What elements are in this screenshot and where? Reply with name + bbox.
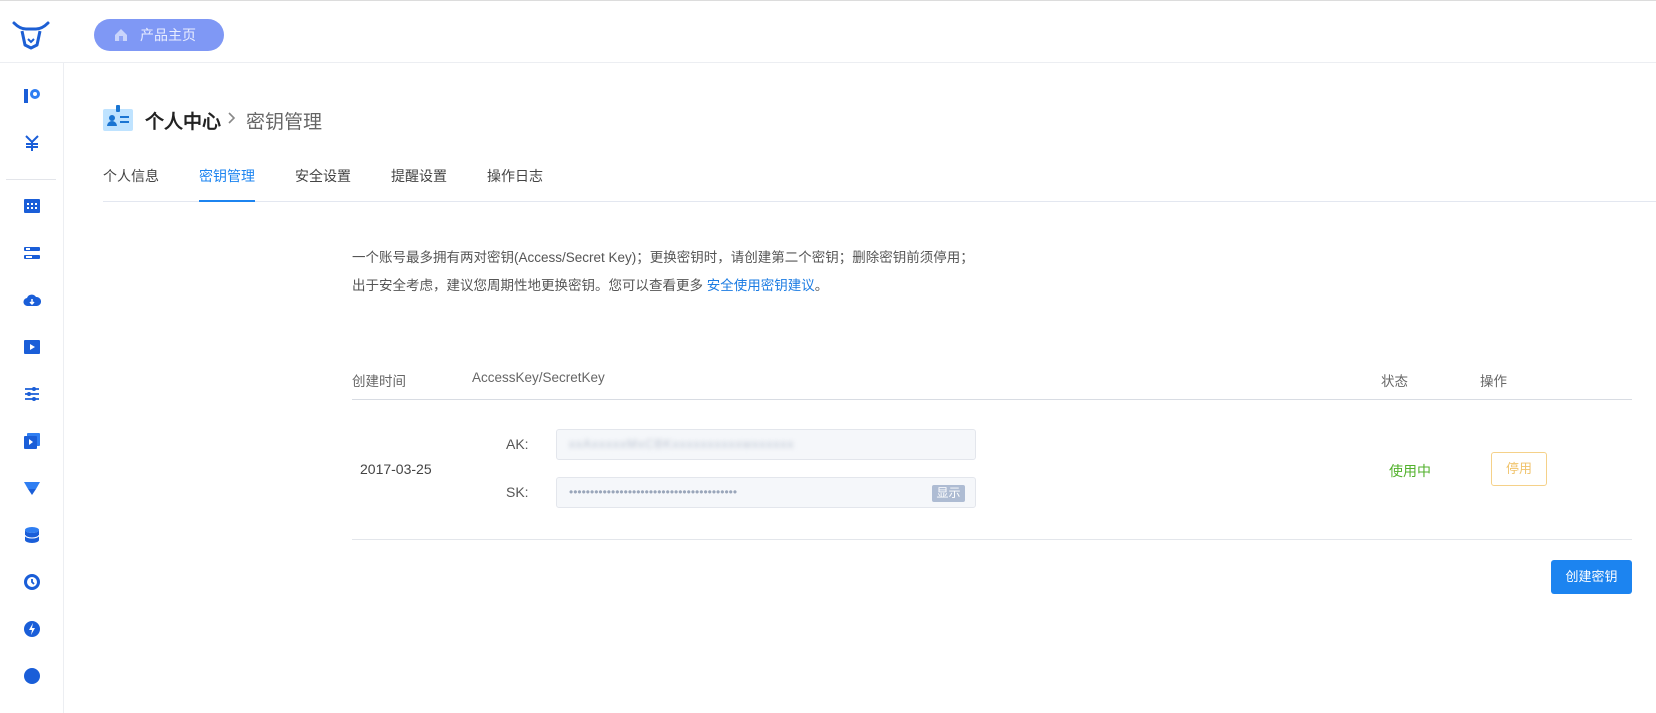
tab-personal-info[interactable]: 个人信息: [103, 165, 159, 202]
status-badge: 使用中: [1389, 463, 1431, 479]
settings-sliders-icon[interactable]: [22, 384, 42, 404]
ak-value: xxAxxxxxMxCBKxxxxxxxxxxwxxxxxx: [569, 437, 795, 451]
home-icon: [112, 26, 130, 44]
header-status: 状态: [1381, 374, 1408, 389]
database-icon[interactable]: [22, 525, 42, 545]
disable-key-button[interactable]: 停用: [1491, 452, 1547, 486]
sk-value: ••••••••••••••••••••••••••••••••••••••••: [569, 485, 738, 499]
tab-bar: 个人信息 密钥管理 安全设置 提醒设置 操作日志: [103, 165, 1656, 202]
sk-field[interactable]: ••••••••••••••••••••••••••••••••••••••••…: [556, 477, 976, 508]
breadcrumb-current: 密钥管理: [246, 112, 323, 133]
brand-logo-icon[interactable]: [10, 19, 52, 51]
keys-table-header: 创建时间 AccessKey/SecretKey 状态 操作: [352, 366, 1632, 400]
key-policy-description: 一个账号最多拥有两对密钥(Access/Secret Key)；更换密钥时，请创…: [352, 244, 977, 300]
header-actions: 操作: [1480, 374, 1507, 389]
header-keys: AccessKey/SecretKey: [472, 370, 605, 385]
created-date: 2017-03-25: [360, 461, 432, 477]
tab-security-settings[interactable]: 安全设置: [295, 165, 351, 202]
lightning-icon[interactable]: [22, 619, 42, 639]
description-text: 一个账号最多拥有两对密钥(Access/Secret Key)；更换密钥时，请创…: [352, 250, 974, 293]
time-icon[interactable]: [22, 572, 42, 592]
grid-icon[interactable]: [22, 196, 42, 216]
chevron-right-icon: [226, 110, 238, 126]
create-key-button[interactable]: 创建密钥: [1551, 560, 1632, 594]
tab-reminder-settings[interactable]: 提醒设置: [391, 165, 447, 202]
tab-key-management[interactable]: 密钥管理: [199, 165, 255, 202]
show-secret-button[interactable]: 显示: [932, 485, 965, 502]
security-advice-link[interactable]: 安全使用密钥建议: [707, 278, 815, 293]
sk-label: SK:: [506, 484, 529, 500]
sidebar-divider: [6, 179, 56, 180]
table-row: 2017-03-25 AK: xxAxxxxxMxCBKxxxxxxxxxxwx…: [352, 400, 1632, 540]
description-end: 。: [814, 278, 829, 293]
billing-yuan-icon[interactable]: [22, 133, 42, 153]
dashboard-icon[interactable]: [22, 86, 42, 106]
cloud-icon[interactable]: [22, 290, 42, 310]
profile-card-icon: [103, 105, 133, 131]
product-home-button[interactable]: 产品主页: [94, 19, 224, 51]
ak-label: AK:: [506, 436, 529, 452]
server-list-icon[interactable]: [22, 243, 42, 263]
tab-operation-log[interactable]: 操作日志: [487, 165, 543, 202]
breadcrumb-root[interactable]: 个人中心: [145, 107, 221, 134]
top-bar: 产品主页: [0, 0, 1656, 63]
cdn-icon[interactable]: [22, 478, 42, 498]
left-sidebar: [0, 63, 64, 713]
video-icon[interactable]: [22, 431, 42, 451]
ak-field[interactable]: xxAxxxxxMxCBKxxxxxxxxxxwxxxxxx: [556, 429, 976, 460]
product-home-label: 产品主页: [140, 27, 196, 43]
header-created: 创建时间: [352, 374, 406, 389]
media-icon[interactable]: [22, 337, 42, 357]
globe-icon[interactable]: [22, 666, 42, 686]
